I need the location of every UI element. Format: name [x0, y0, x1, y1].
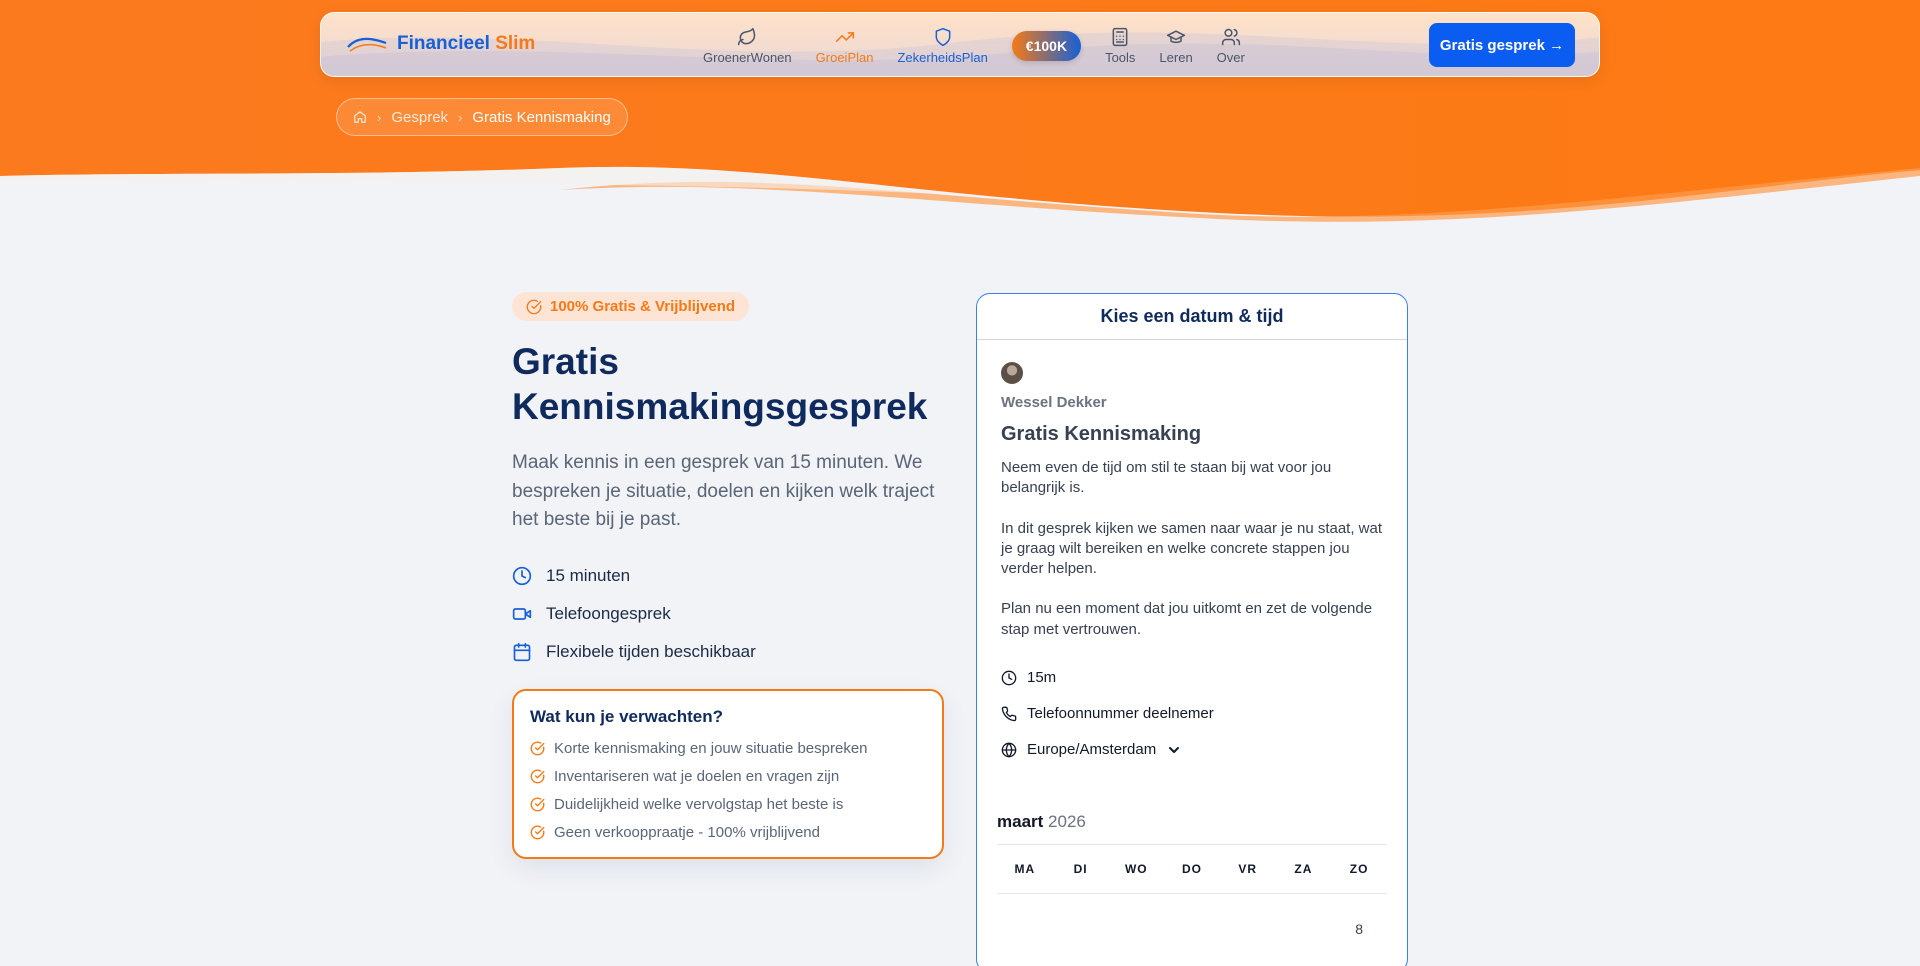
trending-up-icon	[835, 31, 854, 42]
nav-label: GroeiPlan	[815, 49, 874, 65]
nav-item-groeiplan[interactable]: GroeiPlan	[804, 13, 886, 76]
calendar-month: maart 2026	[997, 812, 1407, 832]
feature-call-type: Telefoongesprek	[512, 595, 944, 633]
chevron-right-icon: ›	[377, 109, 382, 125]
weekday-label: ZO	[1349, 861, 1369, 876]
badge-100k[interactable]: €100K	[1011, 30, 1082, 61]
description-paragraph: In dit gesprek kijken we samen naar waar…	[1001, 519, 1383, 578]
top-navigation: Financieel Slim GroenerWonen GroeiPlan Z…	[320, 12, 1600, 77]
nav-label: ZekerheidsPlan	[897, 49, 988, 65]
nav-item-zekerheidsplan[interactable]: ZekerheidsPlan	[885, 13, 999, 76]
booking-card: Kies een datum & tijd Wessel Dekker Grat…	[976, 293, 1408, 966]
calculator-icon	[1112, 27, 1128, 46]
feature-label: 15 minuten	[546, 565, 631, 585]
nav-item-leren[interactable]: Leren	[1147, 13, 1204, 76]
nav-item-tools[interactable]: Tools	[1093, 13, 1147, 76]
check-circle-icon	[530, 825, 545, 840]
free-badge: 100% Gratis & Vrijblijvend	[512, 292, 750, 321]
duration-label: 15m	[1027, 669, 1057, 687]
location-label: Telefoonnummer deelnemer	[1027, 705, 1214, 723]
weekday-label: ZA	[1294, 861, 1313, 876]
feature-duration: 15 minuten	[512, 557, 944, 595]
check-circle-icon	[530, 769, 545, 784]
description-paragraph: Neem even de tijd om stil te staan bij w…	[1001, 459, 1332, 497]
nav-item-groenerwonen[interactable]: GroenerWonen	[691, 13, 804, 76]
calendar-grid: MA DI WO DO VR ZA ZO 8	[997, 843, 1387, 964]
event-duration: 15m	[1001, 660, 1383, 696]
phone-icon	[1001, 706, 1017, 722]
booking-card-body: Wessel Dekker Gratis Kennismaking Neem e…	[977, 340, 1407, 768]
breadcrumb-current: Gratis Kennismaking	[472, 108, 611, 126]
host-avatar	[1001, 362, 1023, 384]
feature-availability: Flexibele tijden beschikbaar	[512, 633, 944, 671]
logo-text: Financieel Slim	[397, 33, 535, 55]
chevron-right-icon: ›	[458, 109, 463, 125]
timezone-label: Europe/Amsterdam	[1027, 741, 1157, 759]
event-description: Neem even de tijd om stil te staan bij w…	[1001, 458, 1383, 640]
expectation-text: Inventariseren wat je doelen en vragen z…	[554, 768, 840, 786]
clock-icon	[512, 566, 532, 585]
logo[interactable]: Financieel Slim	[347, 33, 535, 55]
host-name: Wessel Dekker	[1001, 394, 1107, 411]
calendar-day[interactable]: 8	[1331, 921, 1387, 937]
feature-list: 15 minuten Telefoongesprek Flexibele tij…	[512, 557, 944, 671]
globe-icon	[1001, 742, 1017, 758]
shield-icon	[935, 27, 951, 46]
logo-accent: Slim	[495, 33, 536, 54]
calendar-days: 8	[997, 894, 1387, 964]
clock-icon	[1001, 670, 1017, 686]
month-name: maart	[997, 811, 1044, 831]
expectation-text: Geen verkooppraatje - 100% vrijblijvend	[554, 824, 820, 842]
weekday-label: WO	[1124, 861, 1148, 876]
check-circle-icon	[530, 797, 545, 812]
video-icon	[512, 607, 532, 620]
expectation-item: Inventariseren wat je doelen en vragen z…	[530, 763, 926, 791]
calendar-weekdays: MA DI WO DO VR ZA ZO	[997, 845, 1387, 894]
weekday-label: MA	[1014, 861, 1036, 876]
expectations-title: Wat kun je verwachten?	[530, 706, 724, 726]
free-badge-label: 100% Gratis & Vrijblijvend	[550, 298, 736, 315]
users-icon	[1221, 28, 1240, 45]
feature-label: Telefoongesprek	[546, 603, 671, 623]
nav-label: Leren	[1159, 49, 1193, 65]
intro-section: 100% Gratis & Vrijblijvend Gratis Kennis…	[512, 292, 944, 859]
expectation-text: Duidelijkheid welke vervolgstap het best…	[554, 796, 844, 814]
page-title: Gratis Kennismakingsgesprek	[512, 341, 928, 428]
nav-label: Over	[1216, 49, 1245, 65]
check-circle-icon	[530, 741, 545, 756]
event-location: Telefoonnummer deelnemer	[1001, 696, 1383, 732]
weekday-label: VR	[1238, 861, 1258, 876]
event-meta: 15m Telefoonnummer deelnemer Europe/Amst…	[1001, 660, 1383, 768]
expectation-item: Geen verkooppraatje - 100% vrijblijvend	[530, 819, 926, 847]
feature-label: Flexibele tijden beschikbaar	[546, 641, 756, 661]
month-year: 2026	[1048, 811, 1086, 831]
expectations-box: Wat kun je verwachten? Korte kennismakin…	[512, 688, 944, 859]
gratis-gesprek-button[interactable]: Gratis gesprek →	[1429, 23, 1575, 67]
breadcrumb-item-gesprek[interactable]: Gesprek	[391, 109, 448, 126]
graduation-cap-icon	[1166, 29, 1186, 43]
weekday-label: DO	[1181, 861, 1202, 876]
check-circle-icon	[526, 299, 542, 314]
breadcrumb: › Gesprek › Gratis Kennismaking	[336, 98, 628, 136]
logo-wave-icon	[347, 37, 387, 52]
chevron-down-icon	[1169, 746, 1180, 753]
leaf-icon	[738, 27, 756, 45]
booking-card-header: Kies een datum & tijd	[977, 294, 1407, 340]
calendar-icon	[513, 642, 531, 661]
event-title: Gratis Kennismaking	[1001, 423, 1202, 445]
nav-label: GroenerWonen	[703, 49, 792, 65]
expectation-text: Korte kennismaking en jouw situatie besp…	[554, 740, 868, 758]
timezone-selector[interactable]: Europe/Amsterdam	[1001, 732, 1383, 768]
weekday-label: DI	[1073, 861, 1088, 876]
expectation-item: Korte kennismaking en jouw situatie besp…	[530, 735, 926, 763]
description-paragraph: Plan nu een moment dat jou uitkomt en ze…	[1001, 600, 1373, 638]
logo-primary: Financieel	[397, 33, 490, 54]
home-icon[interactable]	[353, 110, 367, 124]
expectation-item: Duidelijkheid welke vervolgstap het best…	[530, 791, 926, 819]
nav-item-over[interactable]: Over	[1205, 13, 1257, 76]
intro-text: Maak kennis in een gesprek van 15 minute…	[512, 452, 935, 531]
nav-menu: GroenerWonen GroeiPlan ZekerheidsPlan €1…	[691, 13, 1257, 76]
nav-label: Tools	[1105, 49, 1136, 65]
